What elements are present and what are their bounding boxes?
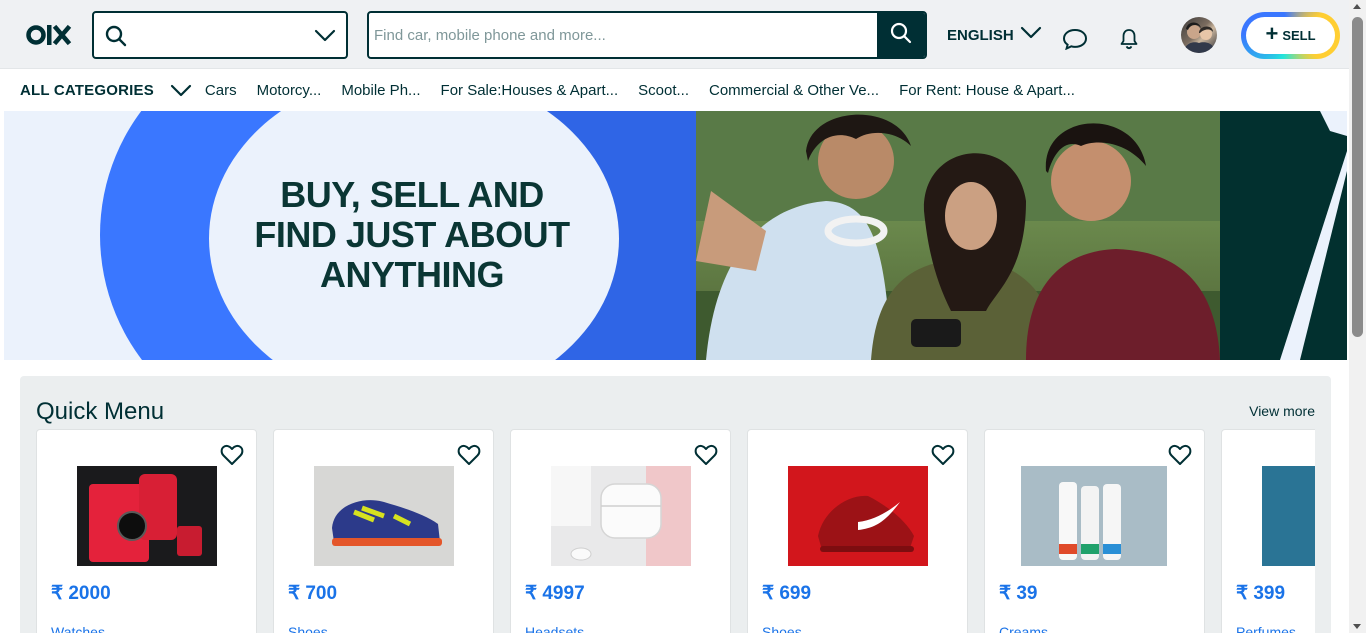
product-category[interactable]: Shoes: [288, 624, 328, 633]
product-price: ₹ 2000: [51, 583, 111, 604]
scrollbar-thumb[interactable]: [1352, 17, 1363, 337]
chevron-down-icon: [1020, 24, 1042, 46]
language-selector[interactable]: ENGLISH: [947, 22, 1042, 48]
banner-right-panel: [1220, 111, 1347, 360]
chat-icon[interactable]: [1062, 28, 1088, 55]
all-categories-button[interactable]: ALL CATEGORIES: [20, 82, 154, 99]
product-category[interactable]: Creams: [999, 624, 1048, 633]
product-card[interactable]: ₹ 39 Creams: [984, 429, 1205, 633]
quick-menu: Quick Menu View more ₹ 2000 Watches ₹ 70…: [20, 376, 1331, 633]
banner-photo: [696, 111, 1220, 360]
sell-button-inner: + SELL: [1246, 17, 1335, 54]
quick-menu-title: Quick Menu: [36, 398, 165, 425]
sell-button[interactable]: + SELL: [1241, 12, 1340, 59]
location-selector[interactable]: [92, 11, 348, 59]
product-card[interactable]: ₹ 4997 Headsets: [510, 429, 731, 633]
product-image-cream: [1021, 466, 1167, 566]
category-bar: ALL CATEGORIES Cars Motorcy... Mobile Ph…: [0, 69, 1349, 111]
search-button[interactable]: [877, 13, 925, 57]
product-image-shoe: [314, 466, 454, 566]
header: ENGLISH + SELL: [0, 0, 1349, 69]
product-card[interactable]: ₹ 699 Shoes: [747, 429, 968, 633]
banner-line-1: BUY, SELL AND: [280, 174, 544, 215]
heart-icon[interactable]: [931, 444, 955, 471]
product-category[interactable]: Shoes: [762, 624, 802, 633]
category-link-cars[interactable]: Cars: [205, 82, 237, 99]
banner-headline: BUY, SELL AND FIND JUST ABOUT ANYTHING: [224, 175, 600, 295]
hero-banner[interactable]: BUY, SELL AND FIND JUST ABOUT ANYTHING: [4, 111, 1347, 360]
olx-logo[interactable]: [26, 22, 72, 48]
scroll-down-arrow-icon[interactable]: [1353, 624, 1361, 629]
category-link-scooters[interactable]: Scoot...: [638, 82, 689, 99]
language-label: ENGLISH: [947, 26, 1014, 44]
product-image-shoe: [788, 466, 928, 566]
banner-line-2: FIND JUST ABOUT: [254, 214, 570, 255]
heart-icon[interactable]: [694, 444, 718, 471]
scroll-up-arrow-icon[interactable]: [1353, 4, 1361, 9]
chevron-down-icon[interactable]: [314, 26, 336, 51]
product-card[interactable]: ₹ 700 Shoes: [273, 429, 494, 633]
view-more-link[interactable]: View more: [1249, 403, 1315, 419]
product-price: ₹ 699: [762, 583, 812, 604]
search-input[interactable]: [369, 13, 877, 57]
plus-icon: +: [1265, 20, 1279, 46]
product-price: ₹ 399: [1236, 583, 1286, 604]
product-category[interactable]: Headsets: [525, 624, 584, 633]
heart-icon[interactable]: [1168, 444, 1192, 471]
product-card[interactable]: ₹ 399 Perfumes: [1221, 429, 1315, 633]
product-price: ₹ 700: [288, 583, 338, 604]
chevron-down-icon[interactable]: [170, 82, 192, 98]
bell-icon[interactable]: [1118, 28, 1140, 55]
search-bar: [367, 11, 927, 59]
product-image-watch: [77, 466, 217, 566]
product-card[interactable]: ₹ 2000 Watches: [36, 429, 257, 633]
banner-line-3: ANYTHING: [320, 254, 505, 295]
product-price: ₹ 39: [999, 583, 1038, 604]
search-icon: [889, 21, 913, 50]
banner-graphic: BUY, SELL AND FIND JUST ABOUT ANYTHING: [4, 111, 696, 360]
category-link-houses-for-rent[interactable]: For Rent: House & Apart...: [899, 82, 1075, 99]
page: ENGLISH + SELL: [0, 0, 1349, 633]
search-icon: [104, 24, 128, 53]
category-link-mobile-phones[interactable]: Mobile Ph...: [341, 82, 420, 99]
product-price: ₹ 4997: [525, 583, 585, 604]
sell-label: SELL: [1282, 28, 1316, 43]
category-link-motorcycles[interactable]: Motorcy...: [257, 82, 322, 99]
category-link-houses-for-sale[interactable]: For Sale:Houses & Apart...: [441, 82, 619, 99]
page-scrollbar[interactable]: [1349, 0, 1366, 633]
avatar[interactable]: [1181, 17, 1217, 53]
product-category[interactable]: Watches: [51, 624, 105, 633]
quick-menu-cards: ₹ 2000 Watches ₹ 700 Shoes ₹ 4997 Headse…: [36, 429, 1315, 633]
heart-icon[interactable]: [457, 444, 481, 471]
heart-icon[interactable]: [220, 444, 244, 471]
product-category[interactable]: Perfumes: [1236, 624, 1296, 633]
product-image-perfume: [1262, 466, 1315, 566]
category-link-commercial-vehicles[interactable]: Commercial & Other Ve...: [709, 82, 879, 99]
product-image-headset: [551, 466, 691, 566]
